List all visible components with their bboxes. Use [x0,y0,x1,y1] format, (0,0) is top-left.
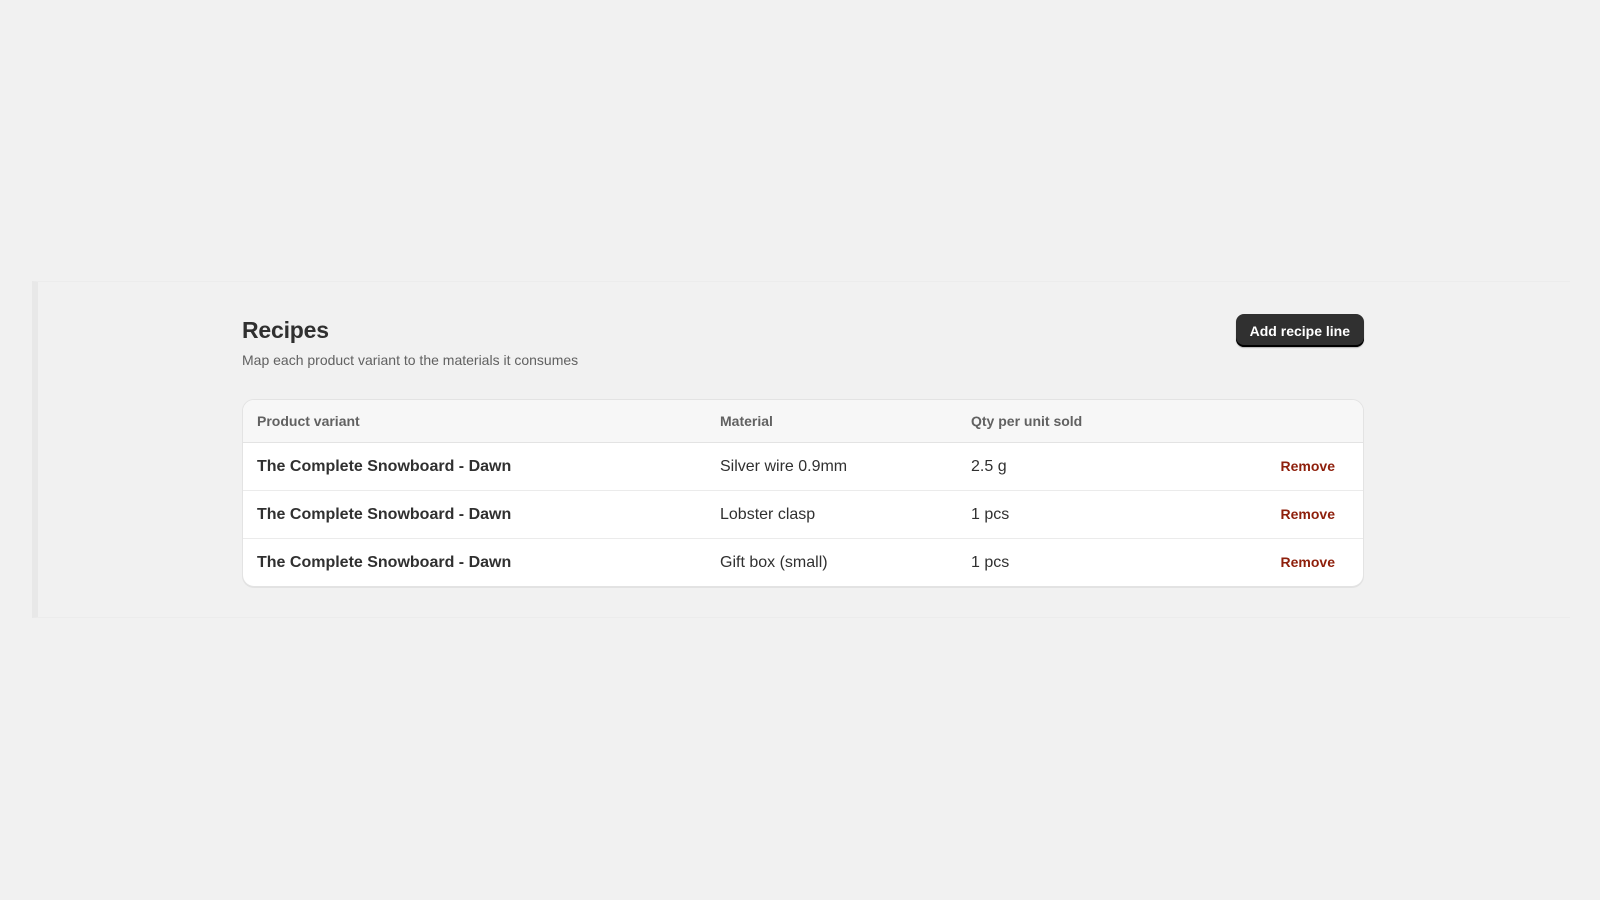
cell-product-variant: The Complete Snowboard - Dawn [257,553,512,571]
cell-qty: 1 pcs [971,490,1221,539]
remove-button[interactable]: Remove [1281,506,1335,522]
recipes-table: Product variant Material Qty per unit so… [243,400,1363,586]
remove-button[interactable]: Remove [1281,458,1335,474]
cell-actions: Remove [1221,539,1363,587]
cell-product-variant: The Complete Snowboard - Dawn [243,442,720,491]
table-header-row: Product variant Material Qty per unit so… [243,400,1363,443]
remove-button[interactable]: Remove [1281,554,1335,570]
cell-actions: Remove [1221,442,1363,491]
add-recipe-line-button[interactable]: Add recipe line [1235,314,1364,347]
cell-qty: 2.5 g [971,442,1221,491]
column-header-material: Material [720,400,971,443]
table-body: The Complete Snowboard - Dawn Silver wir… [243,442,1363,587]
page-header: Recipes Map each product variant to the … [242,314,1364,399]
cell-actions: Remove [1221,490,1363,539]
table-header: Product variant Material Qty per unit so… [243,400,1363,443]
column-header-actions [1221,400,1363,443]
cell-material: Gift box (small) [720,553,828,571]
page-title: Recipes [242,317,329,343]
column-header-qty: Qty per unit sold [971,400,1221,443]
table-row: The Complete Snowboard - Dawn Gift box (… [243,539,1363,587]
cell-product-variant: The Complete Snowboard - Dawn [243,490,720,539]
column-header-product-variant: Product variant [243,400,720,443]
table-row: The Complete Snowboard - Dawn Lobster cl… [243,490,1363,539]
cell-material: Silver wire 0.9mm [720,442,971,491]
cell-material: Lobster clasp [720,490,971,539]
cell-qty: 1 pcs [971,553,1010,571]
table-row: The Complete Snowboard - Dawn Silver wir… [243,442,1363,491]
recipes-table-card: Product variant Material Qty per unit so… [242,399,1364,587]
page-subtitle: Map each product variant to the material… [242,352,579,368]
recipes-page: Recipes Map each product variant to the … [242,314,1364,587]
